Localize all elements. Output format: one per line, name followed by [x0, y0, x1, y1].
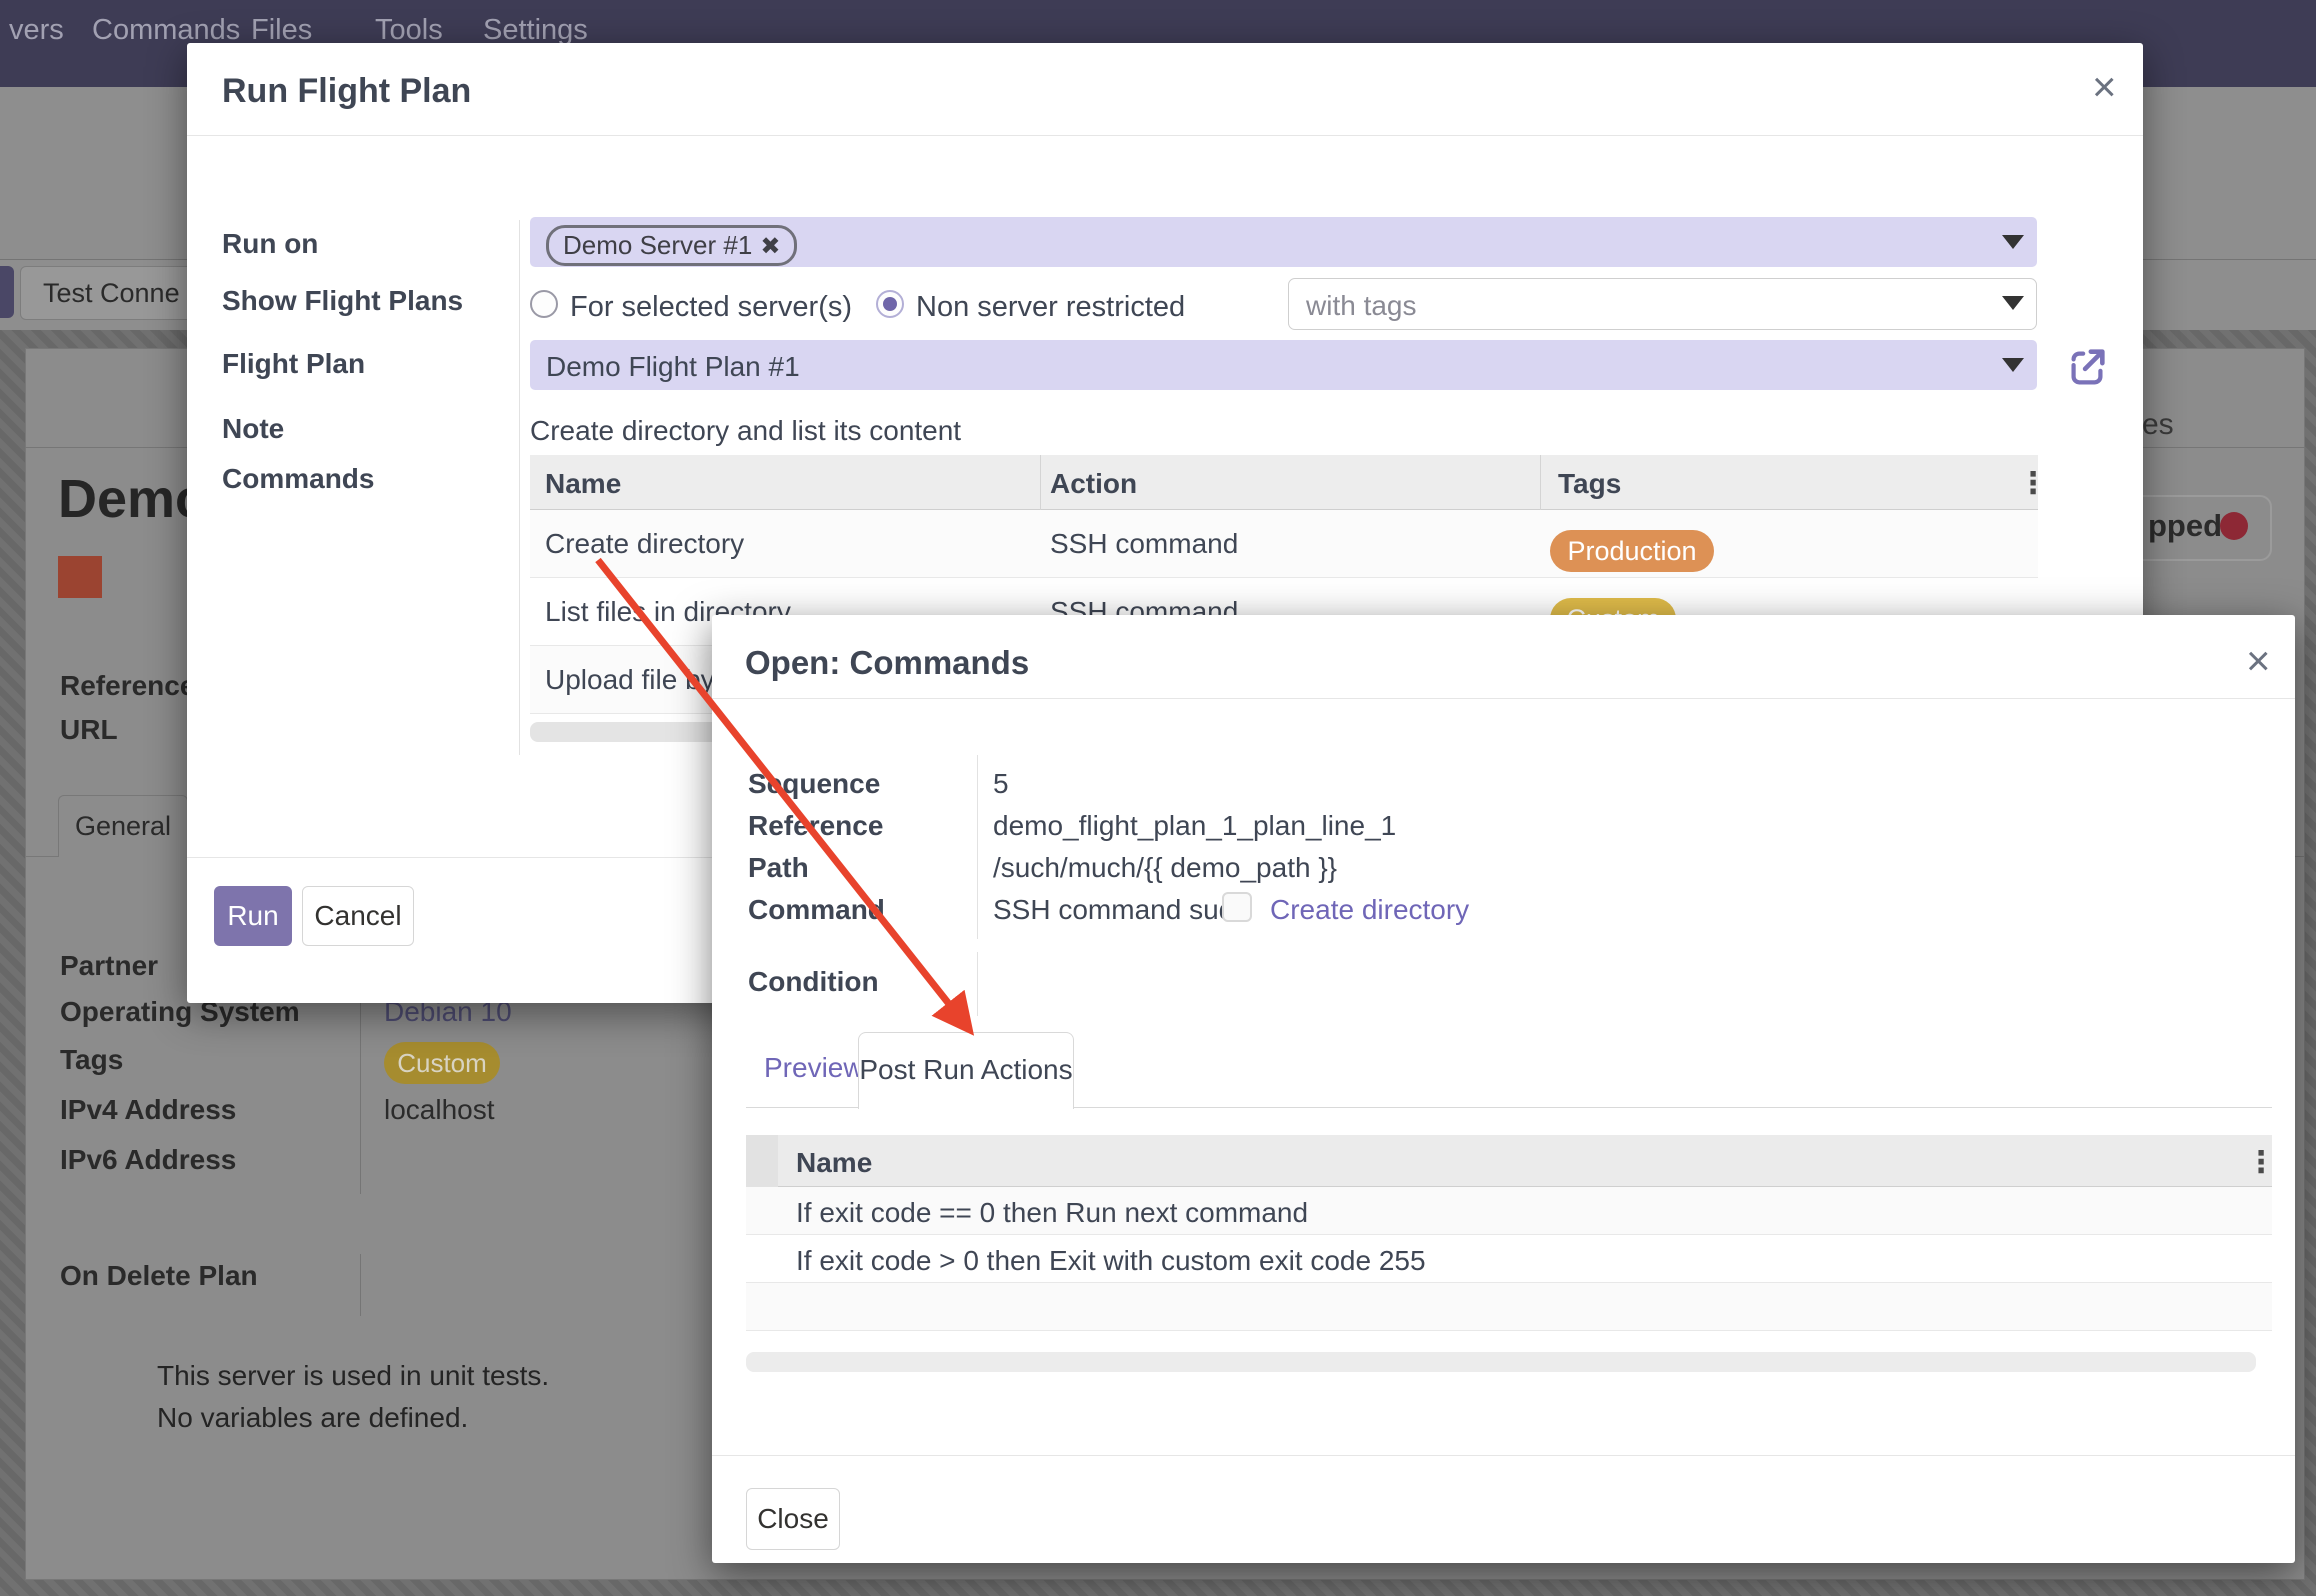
label-run-on: Run on — [222, 228, 318, 260]
server-tag-pill[interactable]: Demo Server #1 ✖ — [546, 225, 797, 266]
sheet-right-text-fragment: es — [2142, 408, 2174, 442]
kebab-menu-icon[interactable]: ⋮ — [2246, 1145, 2276, 1180]
server-note-line-2: No variables are defined. — [157, 1402, 468, 1434]
column-header-name[interactable]: Name — [796, 1147, 872, 1179]
handle-column-header — [746, 1135, 778, 1187]
value-reference: demo_flight_plan_1_plan_line_1 — [993, 810, 1396, 842]
cancel-button[interactable]: Cancel — [302, 886, 414, 946]
table-row-empty — [746, 1283, 2272, 1331]
post-run-action-1[interactable]: If exit code == 0 then Run next command — [796, 1197, 1308, 1229]
create-directory-link[interactable]: Create directory — [1270, 894, 1469, 926]
commands-modal-title: Open: Commands — [745, 644, 1029, 682]
post-run-table-header — [746, 1135, 2272, 1187]
status-dot-icon — [2220, 512, 2248, 540]
chevron-down-icon[interactable] — [2002, 235, 2024, 249]
field-column-divider-2 — [360, 1254, 361, 1316]
server-status-label-fragment: pped — [2148, 508, 2222, 544]
form-column-divider-2 — [977, 952, 978, 1016]
field-label-on-delete-plan: On Delete Plan — [60, 1260, 258, 1292]
form-column-divider — [977, 755, 978, 939]
label-path: Path — [748, 852, 809, 884]
modal-footer-divider — [712, 1455, 2295, 1456]
nav-item-servers-fragment[interactable]: vers — [9, 14, 64, 47]
label-note: Note — [222, 413, 284, 445]
close-icon[interactable]: × — [2246, 640, 2271, 682]
cell-name[interactable]: Upload file by — [545, 664, 715, 696]
table-row[interactable] — [530, 510, 2038, 578]
value-command: SSH command sudo — [993, 894, 1250, 926]
label-condition: Condition — [748, 966, 879, 998]
label-sequence: Sequence — [748, 768, 880, 800]
flight-plan-note-text: Create directory and list its content — [530, 415, 961, 447]
modal-header-divider — [712, 698, 2295, 699]
run-modal-title: Run Flight Plan — [222, 72, 471, 111]
label-commands: Commands — [222, 463, 374, 495]
radio-non-server-restricted[interactable] — [876, 290, 904, 318]
external-link-icon[interactable] — [2064, 344, 2110, 390]
post-run-action-2[interactable]: If exit code > 0 then Exit with custom e… — [796, 1245, 1426, 1277]
server-page-title-fragment: Demo — [58, 468, 208, 530]
tag-badge-custom-bg: Custom — [384, 1042, 500, 1084]
column-divider — [1540, 455, 1541, 510]
value-path: /such/much/{{ demo_path }} — [993, 852, 1337, 884]
server-note-line-1: This server is used in unit tests. — [157, 1360, 549, 1392]
radio-for-selected-servers[interactable] — [530, 290, 558, 318]
screen: vers Commands Files Tools Settings Test … — [0, 0, 2316, 1596]
form-column-divider — [519, 220, 520, 755]
column-divider — [1040, 455, 1041, 510]
color-swatch — [58, 556, 102, 598]
label-show-flight-plans: Show Flight Plans — [222, 285, 463, 317]
column-header-name[interactable]: Name — [545, 468, 621, 500]
with-tags-placeholder: with tags — [1306, 290, 1417, 322]
cell-name[interactable]: Create directory — [545, 528, 744, 560]
label-command: Command — [748, 894, 885, 926]
tab-general[interactable]: General — [58, 795, 188, 857]
column-header-tags[interactable]: Tags — [1558, 468, 1621, 500]
create-directory-checkbox[interactable] — [1222, 892, 1252, 922]
modal-header-divider — [187, 135, 2143, 136]
field-label-ipv6: IPv6 Address — [60, 1144, 236, 1176]
label-flight-plan: Flight Plan — [222, 348, 365, 380]
field-label-ipv4: IPv4 Address — [60, 1094, 236, 1126]
column-header-action[interactable]: Action — [1050, 468, 1137, 500]
tag-badge-production: Production — [1550, 530, 1714, 572]
value-sequence: 5 — [993, 768, 1009, 800]
server-tag-label: Demo Server #1 — [563, 230, 752, 260]
chevron-down-icon[interactable] — [2002, 358, 2024, 372]
flight-plan-value: Demo Flight Plan #1 — [546, 351, 800, 383]
chevron-down-icon[interactable] — [2002, 296, 2024, 310]
close-button[interactable]: Close — [746, 1488, 840, 1550]
field-label-tags: Tags — [60, 1044, 123, 1076]
primary-button-fragment[interactable] — [0, 266, 14, 318]
commands-table-header — [530, 455, 2038, 510]
tab-preview[interactable]: Preview — [764, 1052, 864, 1084]
radio-label-for-selected-servers[interactable]: For selected server(s) — [570, 291, 852, 324]
remove-tag-icon[interactable]: ✖ — [760, 233, 780, 260]
field-label-url: URL — [60, 714, 118, 746]
radio-label-non-server-restricted[interactable]: Non server restricted — [916, 291, 1185, 324]
kebab-menu-icon[interactable]: ⋮ — [2018, 466, 2048, 501]
close-icon[interactable]: × — [2092, 66, 2117, 108]
cell-action: SSH command — [1050, 528, 1238, 560]
field-label-partner: Partner — [60, 950, 158, 982]
tab-post-run-actions[interactable]: Post Run Actions — [858, 1032, 1074, 1109]
run-button[interactable]: Run — [214, 886, 292, 946]
field-label-reference: Reference — [60, 670, 195, 702]
table-scrollbar[interactable] — [746, 1352, 2256, 1372]
field-value-ipv4: localhost — [384, 1094, 495, 1126]
label-reference: Reference — [748, 810, 883, 842]
